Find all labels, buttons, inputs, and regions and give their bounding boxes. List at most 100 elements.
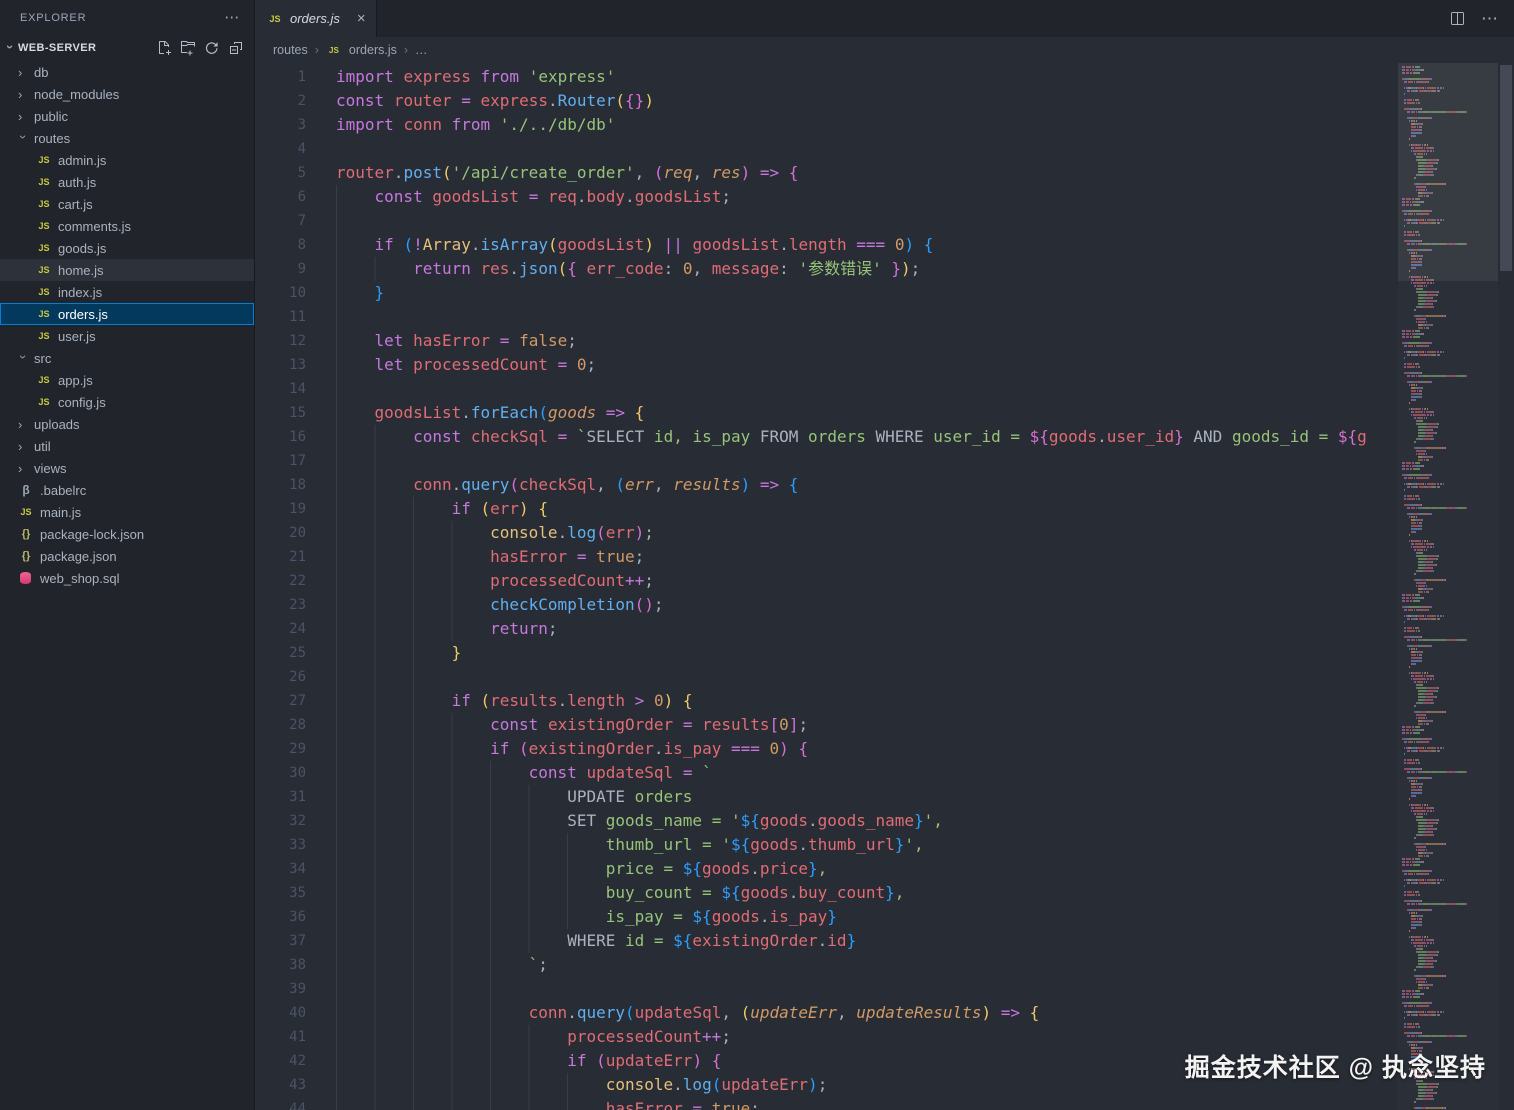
code-line[interactable]: thumb_url = '${goods.thumb_url}', [336, 833, 1398, 857]
tree-folder-public[interactable]: ›public [0, 105, 254, 127]
code-line[interactable]: buy_count = ${goods.buy_count}, [336, 881, 1398, 905]
code-line[interactable]: `; [336, 953, 1398, 977]
code-line[interactable] [336, 977, 1398, 1001]
line-number: 27 [255, 689, 333, 713]
code-line[interactable]: hasError = true; [336, 1097, 1398, 1110]
explorer-sidebar: EXPLORER ⋯ › WEB-SERVER ›db›node_modules… [0, 0, 255, 1110]
tree-file-package-lock.json[interactable]: {}package-lock.json [0, 523, 254, 545]
tree-file-main.js[interactable]: JSmain.js [0, 501, 254, 523]
code-line[interactable] [336, 137, 1398, 161]
minimap[interactable] [1398, 63, 1498, 1110]
line-number: 7 [255, 209, 333, 233]
code-line[interactable]: is_pay = ${goods.is_pay} [336, 905, 1398, 929]
database-file-icon [20, 572, 31, 584]
tree-file-user.js[interactable]: JSuser.js [0, 325, 254, 347]
code-line[interactable]: } [336, 641, 1398, 665]
code-line[interactable]: router.post('/api/create_order', (req, r… [336, 161, 1398, 185]
code-line[interactable]: SET goods_name = '${goods.goods_name}', [336, 809, 1398, 833]
tree-folder-node_modules[interactable]: ›node_modules [0, 83, 254, 105]
split-editor-icon[interactable] [1449, 11, 1465, 27]
code-editor[interactable]: import express from 'express'const route… [333, 63, 1398, 1110]
new-folder-icon[interactable] [180, 40, 196, 56]
code-line[interactable]: console.log(updateErr); [336, 1073, 1398, 1097]
line-number: 38 [255, 953, 333, 977]
code-line[interactable] [336, 377, 1398, 401]
line-number: 2 [255, 89, 333, 113]
tree-file-admin.js[interactable]: JSadmin.js [0, 149, 254, 171]
line-number: 19 [255, 497, 333, 521]
code-line[interactable]: const checkSql = `SELECT id, is_pay FROM… [336, 425, 1398, 449]
tab-label: orders.js [290, 11, 340, 26]
explorer-more-icon[interactable]: ⋯ [224, 10, 240, 25]
code-line[interactable]: const updateSql = ` [336, 761, 1398, 785]
code-line[interactable]: goodsList.forEach(goods => { [336, 401, 1398, 425]
refresh-explorer-icon[interactable] [204, 40, 220, 56]
tree-folder-uploads[interactable]: ›uploads [0, 413, 254, 435]
code-line[interactable]: if (!Array.isArray(goodsList) || goodsLi… [336, 233, 1398, 257]
scrollbar-thumb[interactable] [1500, 65, 1512, 271]
tree-folder-src[interactable]: ›src [0, 347, 254, 369]
code-line[interactable]: console.log(err); [336, 521, 1398, 545]
workspace-section-header[interactable]: › WEB-SERVER [0, 35, 254, 61]
tree-folder-views[interactable]: ›views [0, 457, 254, 479]
line-number: 34 [255, 857, 333, 881]
code-line[interactable]: let hasError = false; [336, 329, 1398, 353]
tree-file-comments.js[interactable]: JScomments.js [0, 215, 254, 237]
code-line[interactable]: WHERE id = ${existingOrder.id} [336, 929, 1398, 953]
code-line[interactable] [336, 305, 1398, 329]
tab-orders-js[interactable]: JS orders.js × [255, 0, 377, 37]
line-number: 25 [255, 641, 333, 665]
new-file-icon[interactable] [156, 40, 172, 56]
code-line[interactable]: return res.json({ err_code: 0, message: … [336, 257, 1398, 281]
code-line[interactable]: price = ${goods.price}, [336, 857, 1398, 881]
code-line[interactable]: import conn from './../db/db' [336, 113, 1398, 137]
code-line[interactable]: processedCount++; [336, 569, 1398, 593]
editor-scrollbar[interactable] [1498, 63, 1514, 1110]
code-line[interactable]: hasError = true; [336, 545, 1398, 569]
code-line[interactable]: if (existingOrder.is_pay === 0) { [336, 737, 1398, 761]
code-line[interactable]: const existingOrder = results[0]; [336, 713, 1398, 737]
breadcrumb-file[interactable]: orders.js [349, 43, 397, 57]
code-line[interactable]: const router = express.Router({}) [336, 89, 1398, 113]
collapse-folders-icon[interactable] [228, 40, 244, 56]
tree-folder-routes[interactable]: ›routes [0, 127, 254, 149]
tree-folder-db[interactable]: ›db [0, 61, 254, 83]
code-line[interactable]: const goodsList = req.body.goodsList; [336, 185, 1398, 209]
code-line[interactable]: UPDATE orders [336, 785, 1398, 809]
code-line[interactable] [336, 665, 1398, 689]
tree-file-package.json[interactable]: {}package.json [0, 545, 254, 567]
tree-folder-util[interactable]: ›util [0, 435, 254, 457]
tree-file-auth.js[interactable]: JSauth.js [0, 171, 254, 193]
code-line[interactable]: conn.query(checkSql, (err, results) => { [336, 473, 1398, 497]
tree-file-config.js[interactable]: JSconfig.js [0, 391, 254, 413]
editor-more-icon[interactable]: ⋯ [1481, 10, 1498, 27]
chevron-down-icon: › [3, 44, 18, 54]
line-number: 35 [255, 881, 333, 905]
code-line[interactable]: } [336, 281, 1398, 305]
code-line[interactable] [336, 209, 1398, 233]
file-tree: ›db›node_modules›public›routesJSadmin.js… [0, 61, 254, 1110]
code-line[interactable]: return; [336, 617, 1398, 641]
tree-file-home.js[interactable]: JShome.js [0, 259, 254, 281]
breadcrumb-folder[interactable]: routes [273, 43, 308, 57]
code-line[interactable]: conn.query(updateSql, (updateErr, update… [336, 1001, 1398, 1025]
code-line[interactable]: import express from 'express' [336, 65, 1398, 89]
code-line[interactable]: if (updateErr) { [336, 1049, 1398, 1073]
code-line[interactable]: checkCompletion(); [336, 593, 1398, 617]
minimap-slider[interactable] [1398, 63, 1498, 281]
breadcrumb-symbol-ellipsis[interactable]: … [415, 43, 428, 57]
code-line[interactable]: let processedCount = 0; [336, 353, 1398, 377]
line-number: 13 [255, 353, 333, 377]
code-line[interactable]: if (results.length > 0) { [336, 689, 1398, 713]
tree-file-goods.js[interactable]: JSgoods.js [0, 237, 254, 259]
close-tab-icon[interactable]: × [357, 10, 366, 27]
code-line[interactable] [336, 449, 1398, 473]
code-line[interactable]: processedCount++; [336, 1025, 1398, 1049]
tree-file-app.js[interactable]: JSapp.js [0, 369, 254, 391]
tree-file-orders.js[interactable]: JSorders.js [0, 303, 254, 325]
tree-file-.babelrc[interactable]: β.babelrc [0, 479, 254, 501]
code-line[interactable]: if (err) { [336, 497, 1398, 521]
tree-file-index.js[interactable]: JSindex.js [0, 281, 254, 303]
tree-file-cart.js[interactable]: JScart.js [0, 193, 254, 215]
tree-file-web_shop.sql[interactable]: web_shop.sql [0, 567, 254, 589]
